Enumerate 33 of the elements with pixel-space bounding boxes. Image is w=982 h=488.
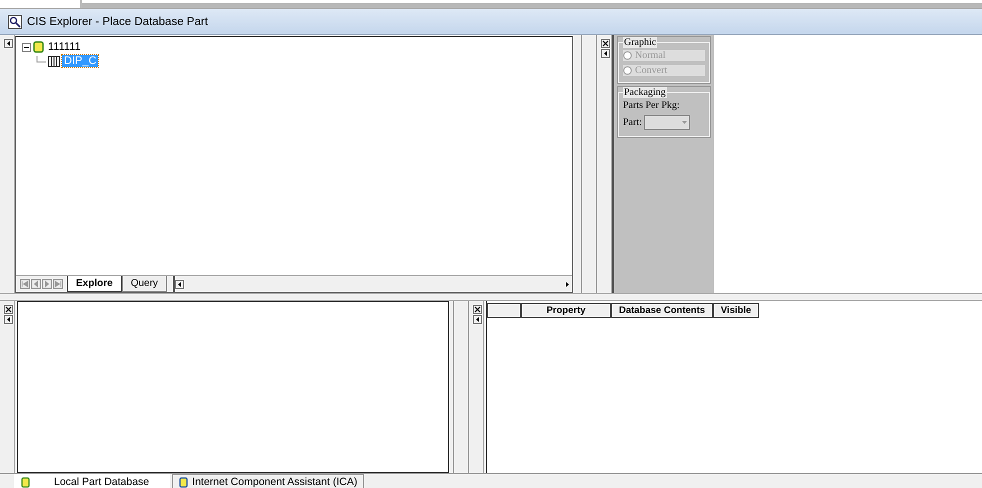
close-icon[interactable] [472,305,482,314]
previous-tab-icon[interactable] [31,279,41,289]
header-cell [487,303,521,318]
database-icon [179,476,188,488]
arrow-left-icon[interactable] [600,49,610,58]
arrow-left-icon[interactable] [4,39,12,48]
column-header[interactable]: Visible [713,303,759,318]
tab[interactable]: Explore [67,276,122,292]
database-icon [21,476,30,488]
collapse-icon[interactable] [22,42,31,52]
part-icon [48,56,60,66]
group-title: Packaging [623,87,667,98]
database-icon [33,41,44,53]
field-label: Parts Per Pkg: [623,100,681,111]
search-icon [8,14,22,28]
tab[interactable]: Internet Component Assistant (ICA) [172,474,364,488]
tab[interactable]: Query [122,276,167,292]
window-title: CIS Explorer - Place Database Part [27,16,208,28]
field-label: Part: [623,117,642,128]
tree-item[interactable]: 111111 [46,41,83,53]
close-icon[interactable] [4,305,12,314]
tab[interactable]: Local Part Database [14,474,170,488]
part-dropdown[interactable] [644,115,690,130]
arrow-left-icon[interactable] [174,280,184,288]
arrow-left-icon[interactable] [472,315,482,324]
column-header[interactable]: Property [521,303,611,318]
first-tab-icon[interactable] [20,279,30,289]
group-title: Graphic [623,37,658,48]
close-icon[interactable] [600,39,610,48]
last-tab-icon[interactable] [53,279,63,289]
next-tab-icon[interactable] [42,279,52,289]
arrow-left-icon[interactable] [4,315,12,324]
column-header[interactable]: Database Contents [611,303,713,318]
